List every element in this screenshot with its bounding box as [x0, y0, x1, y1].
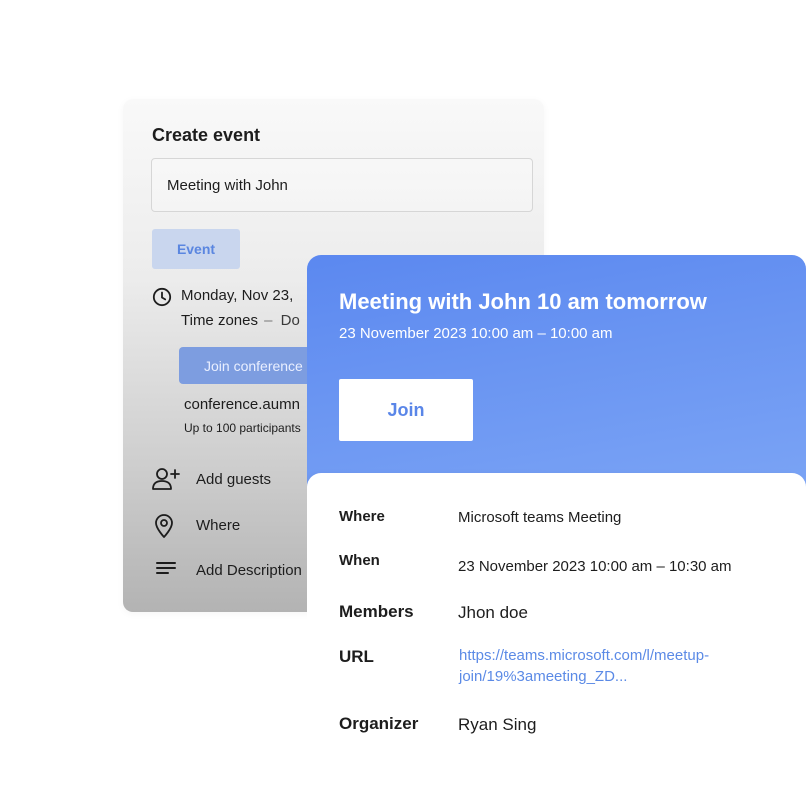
meeting-url-line-2: join/19%3ameeting_ZD...	[459, 668, 628, 685]
time-zones-value: Do	[280, 312, 300, 329]
add-user-icon[interactable]	[151, 466, 181, 492]
meeting-details-card: Meeting with John 10 am tomorrow 23 Nove…	[307, 255, 806, 793]
create-event-title: Create event	[152, 125, 261, 145]
add-guests-option[interactable]: Add guests	[196, 471, 271, 488]
organizer-value: Ryan Sing	[458, 715, 537, 734]
when-label: When	[339, 552, 380, 569]
meeting-header: Meeting with John 10 am tomorrow 23 Nove…	[307, 255, 806, 495]
event-title-input[interactable]	[151, 158, 533, 212]
meeting-title: Meeting with John 10 am tomorrow	[339, 289, 707, 314]
time-zones-dash: –	[264, 312, 273, 329]
meeting-time: 23 November 2023 10:00 am – 10:00 am	[339, 325, 613, 342]
event-type-chip[interactable]: Event	[152, 229, 240, 269]
location-pin-icon	[152, 513, 176, 539]
conference-link[interactable]: conference.aumn	[184, 396, 300, 413]
meeting-url-link[interactable]: https://teams.microsoft.com/l/meetup- jo…	[459, 645, 759, 687]
clock-icon	[151, 286, 173, 308]
url-label: URL	[339, 647, 374, 666]
meeting-details: Where Microsoft teams Meeting When 23 No…	[307, 473, 806, 793]
join-button[interactable]: Join	[339, 379, 473, 441]
organizer-label: Organizer	[339, 714, 419, 733]
participants-limit: Up to 100 participants	[184, 421, 301, 435]
time-zones-label: Time zones	[181, 312, 258, 329]
text-lines-icon	[155, 559, 177, 577]
time-zones-row[interactable]: Time zones – Do	[181, 312, 300, 329]
where-label: Where	[339, 508, 385, 525]
members-value: Jhon doe	[458, 603, 528, 622]
event-date[interactable]: Monday, Nov 23,	[181, 287, 293, 304]
where-option[interactable]: Where	[196, 517, 240, 534]
members-label: Members	[339, 602, 414, 621]
when-value: 23 November 2023 10:00 am – 10:30 am	[458, 558, 732, 575]
where-value: Microsoft teams Meeting	[458, 509, 622, 526]
add-description-option[interactable]: Add Description	[196, 562, 302, 579]
meeting-url-line-1: https://teams.microsoft.com/l/meetup-	[459, 647, 710, 664]
